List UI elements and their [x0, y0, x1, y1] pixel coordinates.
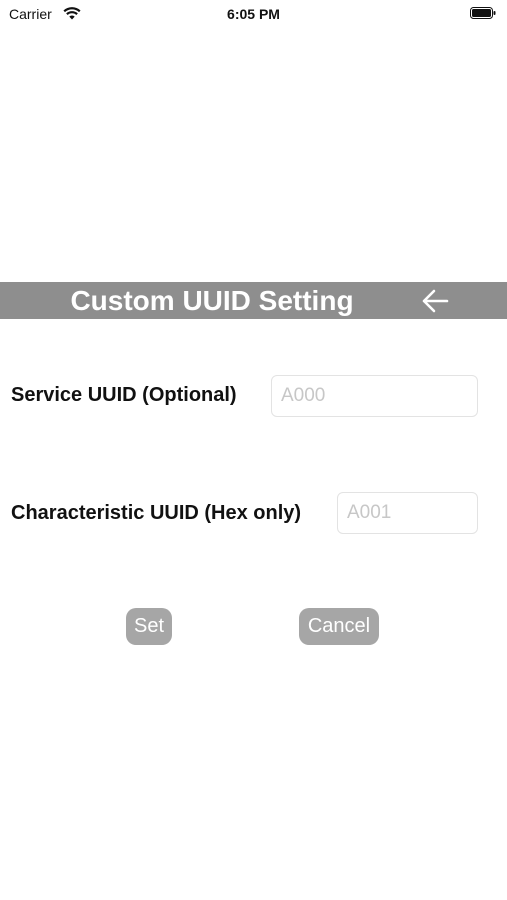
battery-icon: [470, 7, 496, 19]
page-title: Custom UUID Setting: [70, 285, 354, 316]
characteristic-uuid-label: Characteristic UUID (Hex only): [11, 502, 302, 524]
status-bar: Carrier 6:05 PM: [0, 0, 507, 28]
service-uuid-label: Service UUID (Optional): [11, 384, 237, 406]
cancel-button[interactable]: Cancel: [299, 608, 379, 645]
service-uuid-input[interactable]: [271, 375, 478, 417]
characteristic-uuid-input[interactable]: [337, 492, 478, 534]
arrow-left-icon[interactable]: [420, 288, 450, 314]
status-time: 6:05 PM: [227, 6, 280, 22]
title-bar: Custom UUID Setting: [0, 282, 507, 319]
set-button[interactable]: Set: [126, 608, 172, 645]
